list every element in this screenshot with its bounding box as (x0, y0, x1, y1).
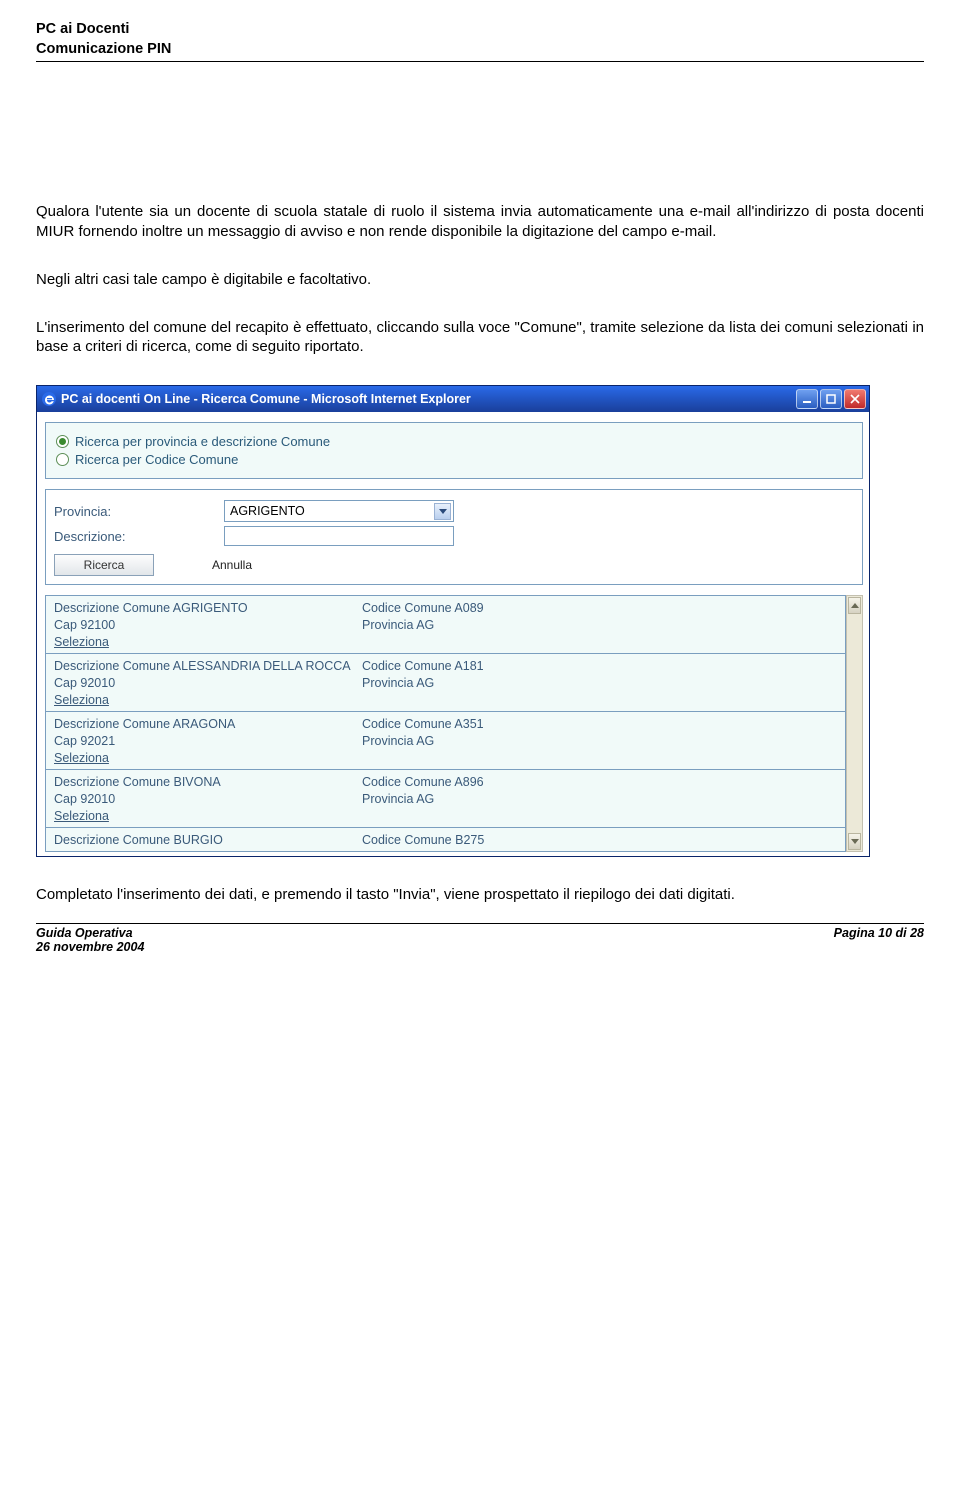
result-item: Descrizione Comune BIVONA Codice Comune A… (45, 770, 846, 828)
result-cap: Cap 92010 (54, 792, 354, 806)
radio-provincia[interactable] (56, 435, 69, 448)
result-codice: Codice Comune B275 (362, 833, 837, 847)
doc-header-line2: Comunicazione PIN (36, 40, 924, 60)
scroll-down-icon[interactable] (848, 833, 861, 850)
result-codice: Codice Comune A181 (362, 659, 837, 673)
result-prov: Provincia AG (362, 618, 837, 632)
result-codice: Codice Comune A896 (362, 775, 837, 789)
descrizione-label: Descrizione: (54, 529, 224, 544)
body-paragraph-2: Negli altri casi tale campo è digitabile… (36, 270, 924, 290)
result-prov: Provincia AG (362, 734, 837, 748)
result-desc: Descrizione Comune BURGIO (54, 833, 354, 847)
seleziona-link[interactable]: Seleziona (54, 809, 109, 823)
search-type-panel: Ricerca per provincia e descrizione Comu… (45, 422, 863, 479)
maximize-button[interactable] (820, 389, 842, 409)
radio-codice[interactable] (56, 453, 69, 466)
result-cap: Cap 92100 (54, 618, 354, 632)
ie-window: PC ai docenti On Line - Ricerca Comune -… (36, 385, 870, 857)
chevron-down-icon[interactable] (434, 503, 451, 520)
body-paragraph-1: Qualora l'utente sia un docente di scuol… (36, 202, 924, 242)
result-desc: Descrizione Comune ARAGONA (54, 717, 354, 731)
annulla-button[interactable]: Annulla (182, 554, 282, 576)
search-form-panel: Provincia: AGRIGENTO Descrizione: Ricerc… (45, 489, 863, 585)
seleziona-link[interactable]: Seleziona (54, 635, 109, 649)
seleziona-link[interactable]: Seleziona (54, 751, 109, 765)
body-paragraph-4: Completato l'inserimento dei dati, e pre… (36, 885, 924, 905)
result-prov: Provincia AG (362, 792, 837, 806)
provincia-value: AGRIGENTO (230, 504, 305, 518)
descrizione-input[interactable] (224, 526, 454, 546)
result-desc: Descrizione Comune BIVONA (54, 775, 354, 789)
footer-date: 26 novembre 2004 (36, 940, 144, 954)
result-codice: Codice Comune A351 (362, 717, 837, 731)
results-list: Descrizione Comune AGRIGENTO Codice Comun… (45, 595, 846, 852)
provincia-label: Provincia: (54, 504, 224, 519)
result-desc: Descrizione Comune AGRIGENTO (54, 601, 354, 615)
footer-page: Pagina 10 di 28 (834, 926, 924, 954)
doc-header-line1: PC ai Docenti (36, 20, 924, 40)
titlebar: PC ai docenti On Line - Ricerca Comune -… (37, 386, 869, 412)
body-paragraph-3: L'inserimento del comune del recapito è … (36, 318, 924, 358)
radio-provincia-label: Ricerca per provincia e descrizione Comu… (75, 434, 330, 449)
result-item: Descrizione Comune ALESSANDRIA DELLA ROC… (45, 654, 846, 712)
radio-codice-label: Ricerca per Codice Comune (75, 452, 238, 467)
window-title: PC ai docenti On Line - Ricerca Comune -… (61, 392, 796, 406)
result-cap: Cap 92021 (54, 734, 354, 748)
footer-guide: Guida Operativa (36, 926, 144, 940)
seleziona-link[interactable]: Seleziona (54, 693, 109, 707)
result-prov: Provincia AG (362, 676, 837, 690)
scroll-up-icon[interactable] (848, 597, 861, 614)
provincia-select[interactable]: AGRIGENTO (224, 500, 454, 522)
result-item: Descrizione Comune ARAGONA Codice Comune … (45, 712, 846, 770)
result-item: Descrizione Comune BURGIO Codice Comune B… (45, 828, 846, 852)
ie-logo-icon (41, 391, 57, 407)
ricerca-button[interactable]: Ricerca (54, 554, 154, 576)
result-item: Descrizione Comune AGRIGENTO Codice Comun… (45, 596, 846, 654)
minimize-button[interactable] (796, 389, 818, 409)
close-button[interactable] (844, 389, 866, 409)
result-desc: Descrizione Comune ALESSANDRIA DELLA ROC… (54, 659, 354, 673)
result-codice: Codice Comune A089 (362, 601, 837, 615)
vertical-scrollbar[interactable] (846, 595, 863, 852)
result-cap: Cap 92010 (54, 676, 354, 690)
